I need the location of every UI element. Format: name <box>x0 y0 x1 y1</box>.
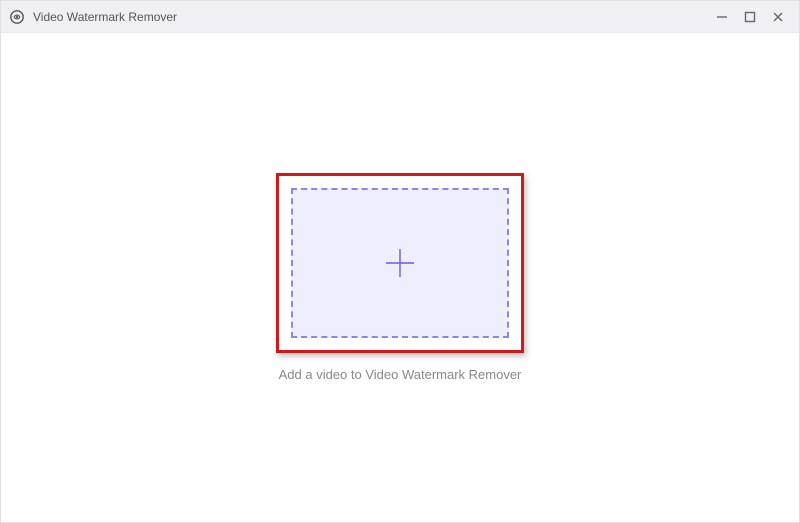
app-title: Video Watermark Remover <box>33 10 715 24</box>
main-content: Add a video to Video Watermark Remover <box>1 33 799 522</box>
add-video-prompt: Add a video to Video Watermark Remover <box>279 367 522 382</box>
minimize-button[interactable] <box>715 10 729 24</box>
titlebar: Video Watermark Remover <box>1 1 799 33</box>
app-icon <box>9 9 25 25</box>
maximize-button[interactable] <box>743 10 757 24</box>
window-controls <box>715 10 791 24</box>
plus-icon <box>383 246 417 280</box>
add-video-dropzone[interactable] <box>291 188 509 338</box>
highlight-frame <box>276 173 524 353</box>
close-button[interactable] <box>771 10 785 24</box>
